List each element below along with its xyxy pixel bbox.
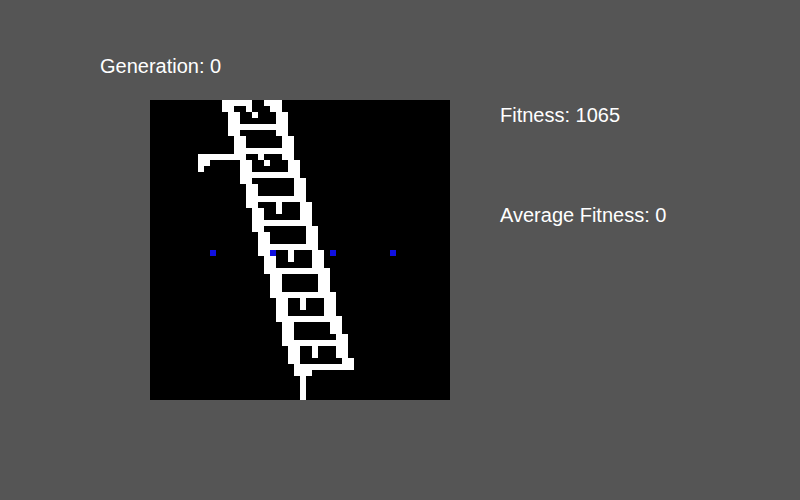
structure-segment [264,160,270,166]
structure-segment [288,256,294,262]
structure-segment [300,304,306,310]
structure-segment [276,208,282,214]
target-dot [270,250,276,256]
generation-label: Generation: 0 [100,52,450,100]
target-dot [330,250,336,256]
average-fitness-label: Average Fitness: 0 [500,201,666,229]
left-column: Generation: 0 [0,0,450,500]
app: Generation: 0 Fitness: 1065 Average Fitn… [0,0,800,500]
target-dot [390,250,396,256]
structure-segment [198,166,204,172]
structure-segment [312,352,318,358]
stats-panel: Fitness: 1065 Average Fitness: 0 [450,0,666,500]
simulation-canvas [150,100,450,400]
fitness-label: Fitness: 1065 [500,101,666,129]
structure-segment [252,112,258,118]
target-dot [210,250,216,256]
structure-segment [300,394,306,400]
